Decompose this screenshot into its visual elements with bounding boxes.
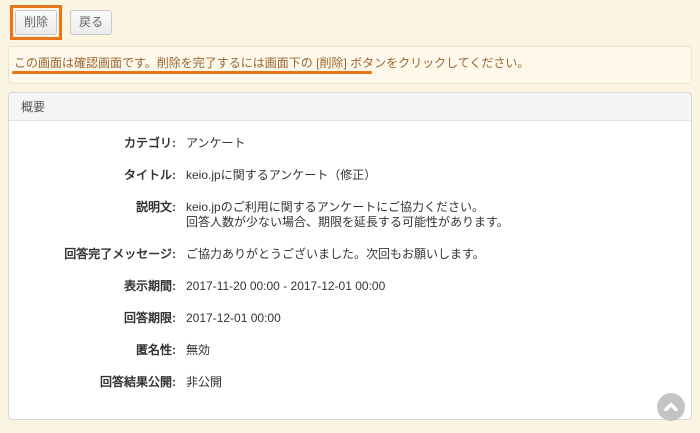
field-row-completion-message: 回答完了メッセージ: ご協力ありがとうございました。次回もお願いします。: [9, 239, 691, 271]
field-value-answer-deadline: 2017-12-01 00:00: [186, 311, 281, 326]
field-label-description: 説明文:: [9, 200, 176, 215]
field-row-result-publication: 回答結果公開: 非公開: [9, 367, 691, 399]
delete-button[interactable]: 削除: [15, 10, 57, 35]
field-label-result-publication: 回答結果公開:: [9, 375, 176, 390]
field-value-category: アンケート: [186, 136, 246, 151]
field-value-completion-message: ご協力ありがとうございました。次回もお願いします。: [186, 247, 485, 262]
field-label-anonymity: 匿名性:: [9, 343, 176, 358]
field-value-description: keio.jpのご利用に関するアンケートにご協力ください。 回答人数が少ない場合…: [186, 200, 509, 230]
back-button[interactable]: 戻る: [70, 10, 112, 35]
summary-panel-body: カテゴリ: アンケート タイトル: keio.jpに関するアンケート（修正） 説…: [9, 121, 691, 399]
confirmation-notice: この画面は確認画面です。削除を完了するには画面下の [削除] ボタンをクリックし…: [8, 46, 692, 84]
scroll-to-top-button[interactable]: [657, 393, 685, 421]
field-value-title: keio.jpに関するアンケート（修正）: [186, 168, 376, 183]
chevron-up-icon: [662, 398, 680, 416]
summary-panel-title: 概要: [9, 93, 691, 121]
toolbar: 削除 戻る: [10, 5, 112, 40]
delete-confirmation-page: { "toolbar": { "delete_button": "削除", "b…: [0, 0, 700, 433]
confirmation-notice-text: この画面は確認画面です。削除を完了するには画面下の [削除] ボタンをクリックし…: [14, 56, 529, 70]
field-row-display-period: 表示期間: 2017-11-20 00:00 - 2017-12-01 00:0…: [9, 271, 691, 303]
field-row-title: タイトル: keio.jpに関するアンケート（修正）: [9, 160, 691, 192]
field-row-anonymity: 匿名性: 無効: [9, 335, 691, 367]
field-value-display-period: 2017-11-20 00:00 - 2017-12-01 00:00: [186, 279, 385, 294]
field-row-category: カテゴリ: アンケート: [9, 128, 691, 160]
field-value-result-publication: 非公開: [186, 375, 222, 390]
notice-underline-annotation: [12, 71, 372, 74]
field-row-description: 説明文: keio.jpのご利用に関するアンケートにご協力ください。 回答人数が…: [9, 192, 691, 239]
field-label-category: カテゴリ:: [9, 136, 176, 151]
delete-button-highlight-annotation: 削除: [10, 5, 62, 40]
field-row-answer-deadline: 回答期限: 2017-12-01 00:00: [9, 303, 691, 335]
field-label-completion-message: 回答完了メッセージ:: [9, 247, 176, 262]
field-label-display-period: 表示期間:: [9, 279, 176, 294]
summary-panel: 概要 カテゴリ: アンケート タイトル: keio.jpに関するアンケート（修正…: [8, 92, 692, 420]
field-label-title: タイトル:: [9, 168, 176, 183]
field-value-anonymity: 無効: [186, 343, 210, 358]
field-label-answer-deadline: 回答期限:: [9, 311, 176, 326]
